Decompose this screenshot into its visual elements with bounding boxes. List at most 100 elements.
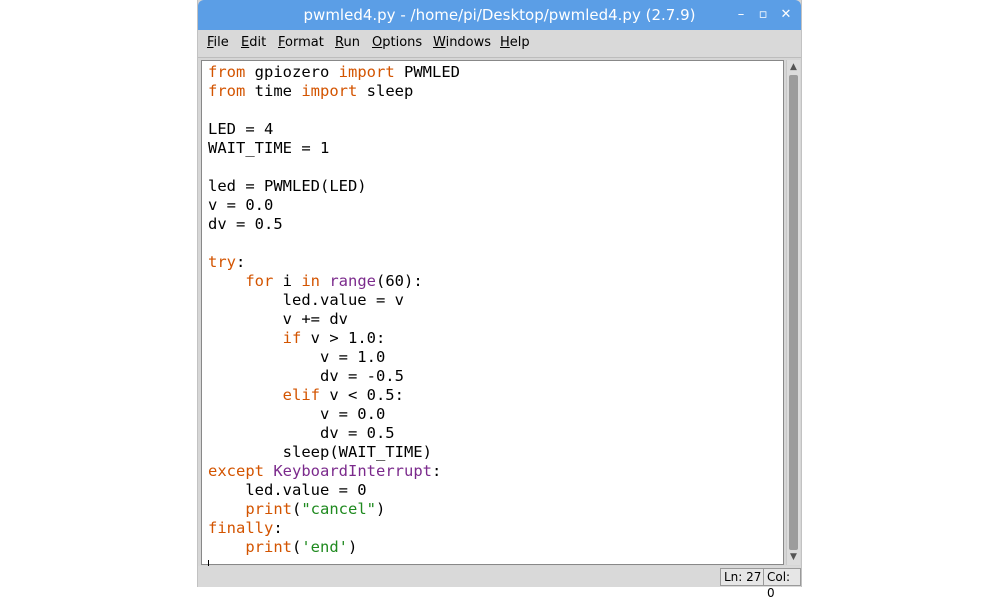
code-token: led.value = 0 [208,481,367,499]
code-token: v < 0.5: [319,386,404,404]
code-line: v = 0.0 [208,405,385,423]
code-token: LED = 4 [208,120,274,138]
status-line: Ln: 27 [720,568,766,586]
menu-run-label: un [343,35,360,50]
title-bar[interactable]: pwmled4.py - /home/pi/Desktop/pwmled4.py… [198,0,801,30]
code-line: from gpiozero import PWMLED [208,63,460,81]
code-line: led.value = v [208,291,404,309]
menu-windows-label: indows [445,35,492,50]
code-line: except KeyboardInterrupt: [208,462,441,480]
menu-bar: File Edit Format Run Options Windows Hel… [198,30,801,58]
code-line: print("cancel") [208,500,385,518]
keyword-token: print [245,538,292,556]
code-token: sleep [357,82,414,100]
vertical-scrollbar[interactable]: ▲ ▼ [786,60,800,565]
code-line: finally: [208,519,283,537]
window-title: pwmled4.py - /home/pi/Desktop/pwmled4.py… [303,6,696,24]
menu-file-label: ile [213,35,229,50]
code-token: led.value = v [208,291,404,309]
keyword-token: import [338,63,395,81]
code-line: v = 0.0 [208,196,273,214]
code-line: sleep(WAIT_TIME) [208,443,432,461]
menu-run[interactable]: Run [335,35,360,50]
code-token: time [245,82,302,100]
keyword-token: finally [208,519,274,537]
code-line: LED = 4 [208,120,273,138]
menu-help-mnemonic: H [500,35,510,50]
scroll-up-icon[interactable]: ▲ [787,61,800,74]
keyword-token: from [208,63,246,81]
code-token: ( [292,500,302,518]
menu-format-mnemonic: F [278,35,286,50]
keyword-token: print [245,500,292,518]
menu-edit[interactable]: Edit [241,35,266,50]
status-col: Col: 0 [763,568,801,600]
code-token: sleep(WAIT_TIME) [208,443,432,461]
code-line: dv = 0.5 [208,424,395,442]
code-line: elif v < 0.5: [208,386,404,404]
code-token: ) [376,500,386,518]
code-token: ) [348,538,358,556]
code-line: dv = 0.5 [208,215,283,233]
scroll-down-icon[interactable]: ▼ [787,551,800,564]
code-text[interactable]: from gpiozero import PWMLED from time im… [208,63,460,576]
code-token: PWMLED [394,63,460,81]
string-token: 'end' [301,538,349,556]
keyword-token: try [208,253,236,271]
menu-options-label: ptions [382,35,423,50]
builtin-token: KeyboardInterrupt [273,462,432,480]
menu-format[interactable]: Format [278,35,324,50]
code-token: gpiozero [245,63,339,81]
menu-windows[interactable]: Windows [433,35,491,50]
menu-help-label: elp [509,35,530,50]
code-line: try: [208,253,245,271]
code-token: (60): [376,272,423,290]
code-token: v = 0.0 [208,405,386,423]
code-line: v += dv [208,310,348,328]
menu-edit-mnemonic: E [241,35,250,50]
maximize-button[interactable]: ▫ [753,5,773,25]
code-line: for i in range(60): [208,272,423,290]
string-token: "cancel" [301,500,376,518]
code-token: v > 1.0: [301,329,386,347]
keyword-token: import [301,82,358,100]
menu-options[interactable]: Options [372,35,422,50]
minimize-button[interactable]: – [731,5,751,25]
code-token: : [236,253,246,271]
keyword-token: for [245,272,274,290]
code-token: v += dv [208,310,348,328]
code-line: WAIT_TIME = 1 [208,139,329,157]
code-line: led.value = 0 [208,481,367,499]
code-token: dv = -0.5 [208,367,404,385]
menu-file[interactable]: File [207,35,229,50]
code-token: v = 1.0 [208,348,386,366]
scrollbar-thumb[interactable] [789,75,798,550]
code-token: dv = 0.5 [208,215,283,233]
status-bar: Ln: 27 Col: 0 [198,566,801,600]
idle-editor-window: pwmled4.py - /home/pi/Desktop/pwmled4.py… [197,0,802,600]
code-line: v = 1.0 [208,348,385,366]
code-token: WAIT_TIME = 1 [208,139,330,157]
menu-edit-label: dit [249,35,267,50]
keyword-token: in [301,272,320,290]
code-token: i [273,272,302,290]
menu-help[interactable]: Help [500,35,530,50]
code-line: print('end') [208,538,357,556]
code-token: dv = 0.5 [208,424,395,442]
menu-windows-mnemonic: W [433,35,446,50]
keyword-token: elif [282,386,320,404]
code-token: v = 0.0 [208,196,274,214]
menu-format-label: ormat [285,35,324,50]
code-token: : [273,519,283,537]
code-line: led = PWMLED(LED) [208,177,367,195]
close-button[interactable]: ✕ [776,5,796,25]
code-editor[interactable]: from gpiozero import PWMLED from time im… [201,60,784,574]
code-line: dv = -0.5 [208,367,404,385]
menu-options-mnemonic: O [372,35,383,50]
